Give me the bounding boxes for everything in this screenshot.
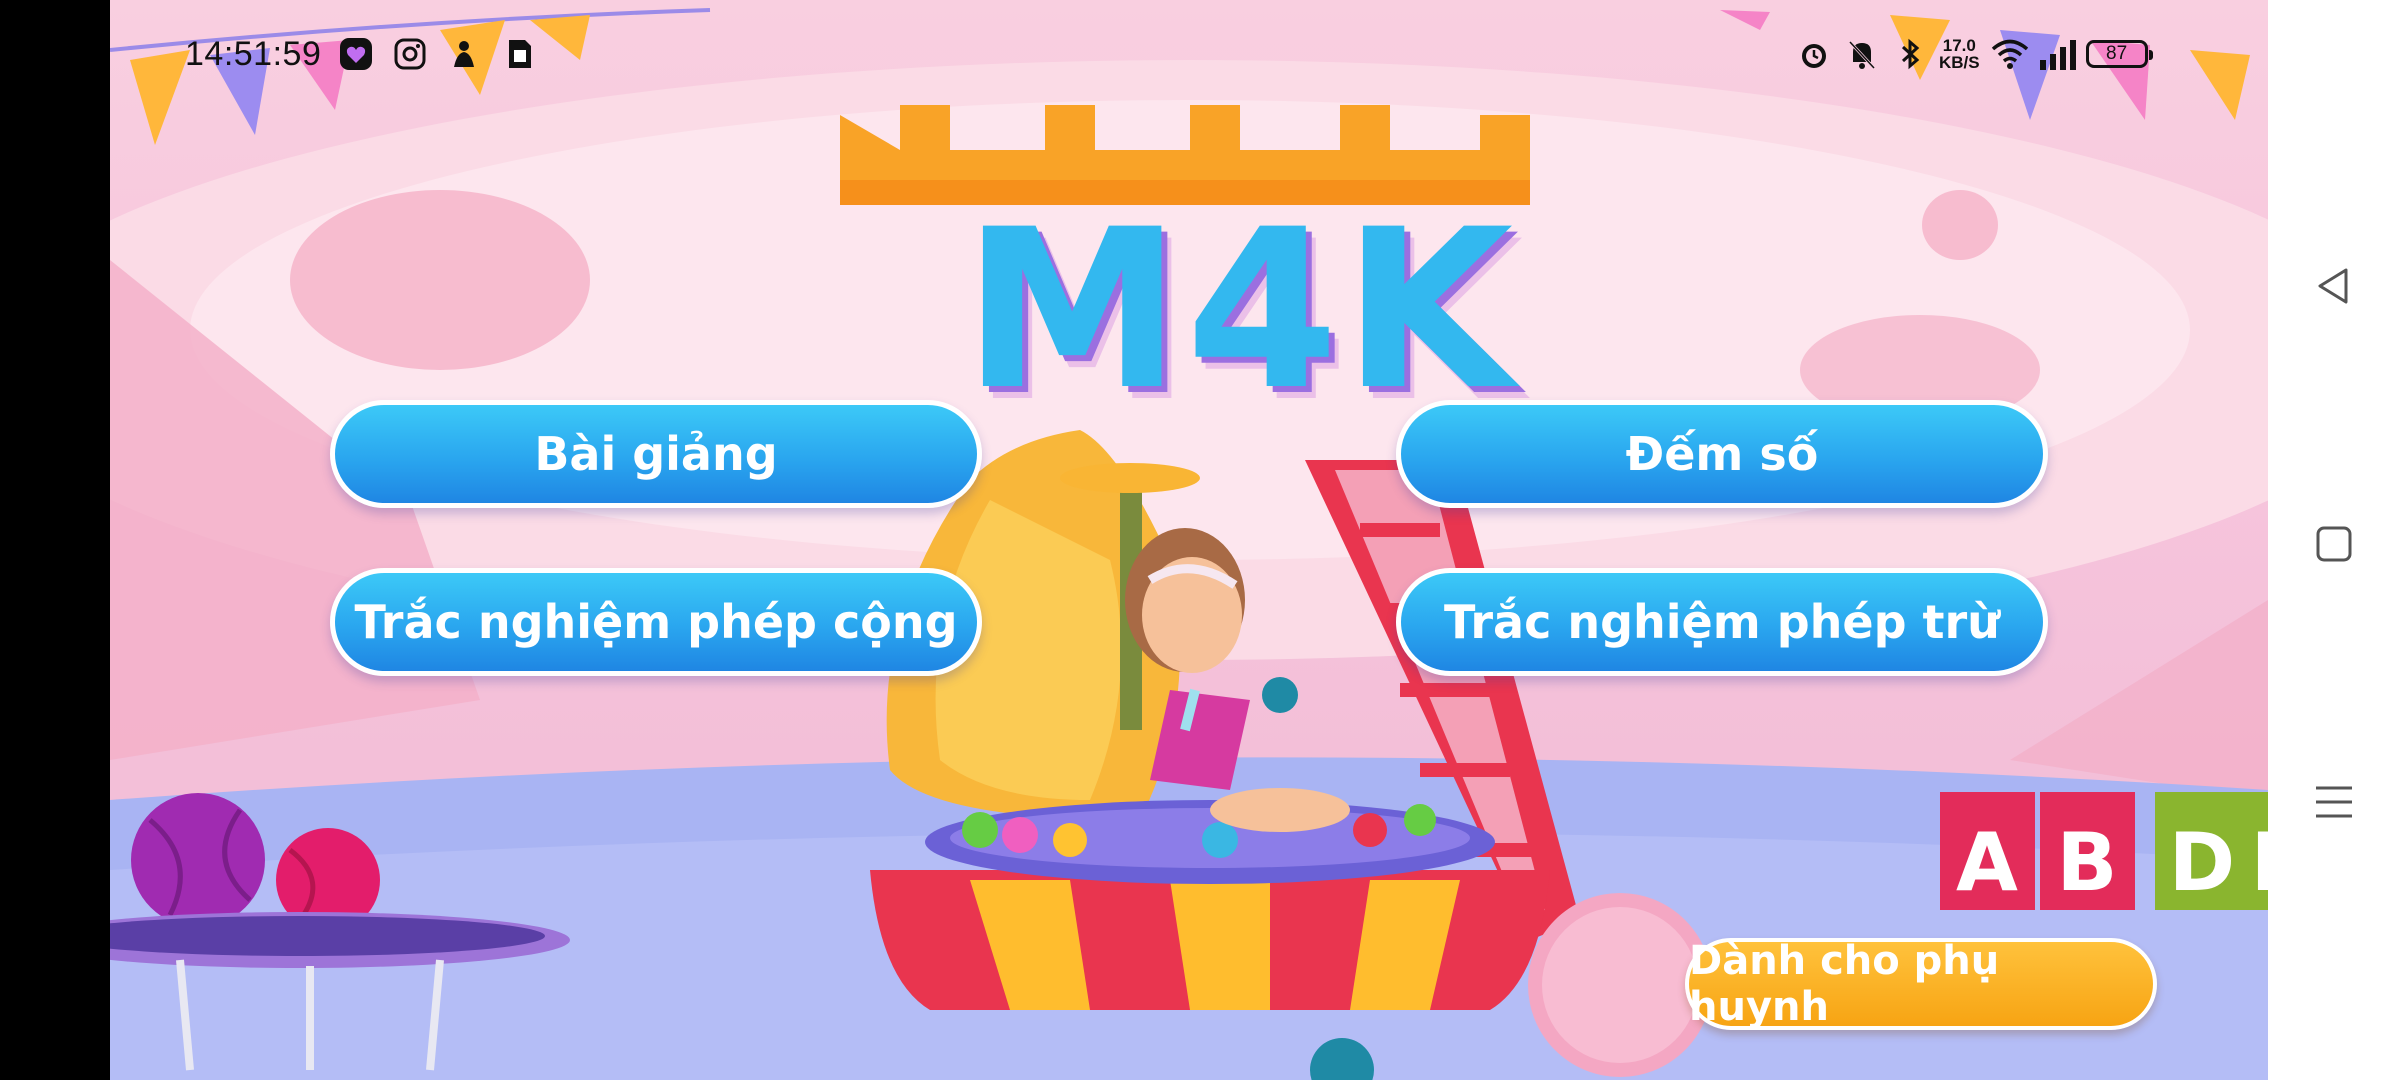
menu-lines-icon[interactable]: [2310, 778, 2358, 826]
instagram-icon: [391, 35, 429, 73]
back-triangle-icon[interactable]: [2310, 262, 2358, 310]
block-letter-b: B: [2057, 816, 2118, 909]
block-letter-d: D: [2169, 816, 2235, 909]
parents-button-label: Dành cho phụ huynh: [1689, 938, 2000, 1030]
addition-quiz-button[interactable]: Trắc nghiệm phép cộng: [330, 568, 982, 676]
battery-level: 87: [2106, 43, 2128, 64]
subtraction-quiz-button[interactable]: Trắc nghiệm phép trừ: [1396, 568, 2048, 676]
lessons-button[interactable]: Bài giảng: [330, 400, 982, 508]
counting-button-label: Đếm số: [1625, 427, 1819, 481]
alarm-icon: [1795, 35, 1833, 73]
status-bar-left: 14:51:59: [185, 30, 537, 78]
home-square-icon[interactable]: [2310, 520, 2358, 568]
subtraction-quiz-button-label: Trắc nghiệm phép trừ: [1444, 595, 2000, 649]
status-bar-right: 17.0 KB/S 87: [1795, 30, 2153, 78]
app-screen: A B D E 14:51:59 17.0 KB/S: [110, 0, 2268, 1080]
parents-button[interactable]: Dành cho phụ huynh: [1685, 938, 2157, 1030]
playroom-background: A B D E: [110, 8, 2268, 1080]
silent-bell-icon: [1843, 35, 1881, 73]
bluetooth-icon: [1891, 35, 1929, 73]
addition-quiz-button-label: Trắc nghiệm phép cộng: [354, 595, 958, 649]
block-letter-a: A: [1956, 816, 2018, 909]
sim-card-icon: [499, 35, 537, 73]
app-title: M4K: [962, 182, 1518, 438]
status-clock: 14:51:59: [185, 34, 322, 73]
network-speed-value: 17.0: [1942, 36, 1976, 55]
counting-button[interactable]: Đếm số: [1396, 400, 2048, 508]
signal-icon: [2038, 35, 2076, 73]
battery-icon: 87: [2085, 40, 2153, 68]
lessons-button-label: Bài giảng: [534, 427, 778, 481]
network-speed: 17.0 KB/S: [1939, 37, 1980, 71]
block-letter-e: E: [2251, 816, 2268, 909]
network-speed-unit: KB/S: [1939, 53, 1980, 72]
chat-app-icon: [337, 35, 375, 73]
notification-app-icon: [445, 35, 483, 73]
system-nav-bar: [2268, 0, 2400, 1080]
wifi-icon: [1990, 35, 2028, 73]
